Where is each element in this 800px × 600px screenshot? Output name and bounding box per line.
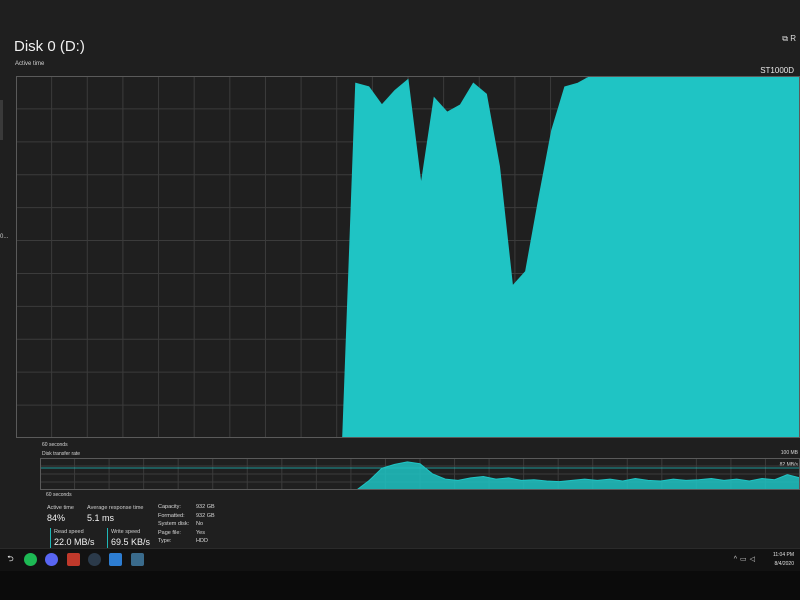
task-manager-icon[interactable]: [131, 553, 144, 566]
active-time-label: Active time: [47, 505, 74, 511]
sidebar-truncated-label: 0...: [0, 234, 9, 240]
property-row: Page file: Yes: [158, 530, 238, 536]
active-time-area: [16, 76, 800, 438]
property-value: HDD: [196, 538, 208, 544]
clock[interactable]: 11:04 PM 8/4/2020: [773, 551, 794, 569]
clock-date: 8/4/2020: [774, 561, 794, 567]
read-speed-label: Read speed: [54, 529, 84, 535]
property-label: Page file:: [158, 529, 181, 536]
property-label: System disk:: [158, 521, 190, 527]
write-speed-label: Write speed: [111, 529, 141, 535]
property-row: Type: HDD: [158, 538, 238, 544]
chart-subtitle: Active time: [15, 61, 45, 67]
property-row: Capacity: 932 GB: [158, 504, 238, 510]
page-title: Disk 0 (D:): [14, 38, 85, 55]
active-time-value: 84%: [47, 513, 66, 523]
task-manager-window: 0... Disk 0 (D:) Active time ST1000D ⧉ R…: [0, 0, 800, 548]
read-speed-bar: [50, 528, 51, 548]
property-value: Yes: [196, 529, 205, 536]
network-icon[interactable]: ▭: [740, 556, 750, 563]
spotify-icon[interactable]: [24, 553, 37, 566]
restore-icon: ⧉: [782, 34, 788, 43]
property-label: Capacity:: [158, 504, 181, 510]
property-label: Type:: [158, 538, 172, 544]
restore-label: R: [790, 34, 796, 43]
property-row: Formatted: 932 GB: [158, 513, 238, 519]
property-value: 932 GB: [196, 504, 215, 510]
transfer-max-label: 100 MB: [780, 450, 798, 456]
main-time-label: 60 seconds: [42, 442, 68, 448]
property-label: Formatted:: [158, 512, 185, 519]
taskbar: ⮌ ^▭◁ 11:04 PM 8/4/2020: [0, 548, 800, 571]
app-icon[interactable]: [109, 553, 122, 566]
write-speed-value: 69.5 KB/s: [111, 537, 151, 547]
avg-response-value: 5.1 ms: [87, 513, 115, 523]
write-speed-bar: [107, 528, 108, 548]
property-row: System disk: No: [158, 521, 238, 527]
active-time-chart: [16, 76, 800, 438]
disk-model: ST1000D: [760, 66, 794, 75]
property-value: 932 GB: [196, 512, 215, 519]
volume-icon[interactable]: ◁: [750, 556, 758, 563]
game-icon[interactable]: [67, 553, 80, 566]
avg-response-label: Average response time: [87, 505, 144, 511]
sidebar-edge[interactable]: [0, 100, 3, 140]
stats-panel: Active time 84% Average response time 5.…: [0, 500, 800, 548]
back-icon[interactable]: ⮌: [4, 553, 17, 566]
chart-marks: [16, 76, 800, 438]
discord-icon[interactable]: [45, 553, 58, 566]
system-tray-icons[interactable]: ^▭◁: [734, 555, 758, 563]
read-speed-value: 22.0 MB/s: [54, 537, 95, 547]
clock-time: 11:04 PM: [772, 552, 794, 558]
restore-button[interactable]: ⧉ R: [782, 34, 796, 44]
property-value: No: [196, 521, 204, 527]
transfer-chart-title: Disk transfer rate: [42, 451, 81, 457]
transfer-rate-chart: [40, 458, 800, 490]
steam-icon[interactable]: [88, 553, 101, 566]
monitor-bezel: [0, 571, 800, 600]
transfer-time-label: 60 seconds: [46, 492, 72, 498]
